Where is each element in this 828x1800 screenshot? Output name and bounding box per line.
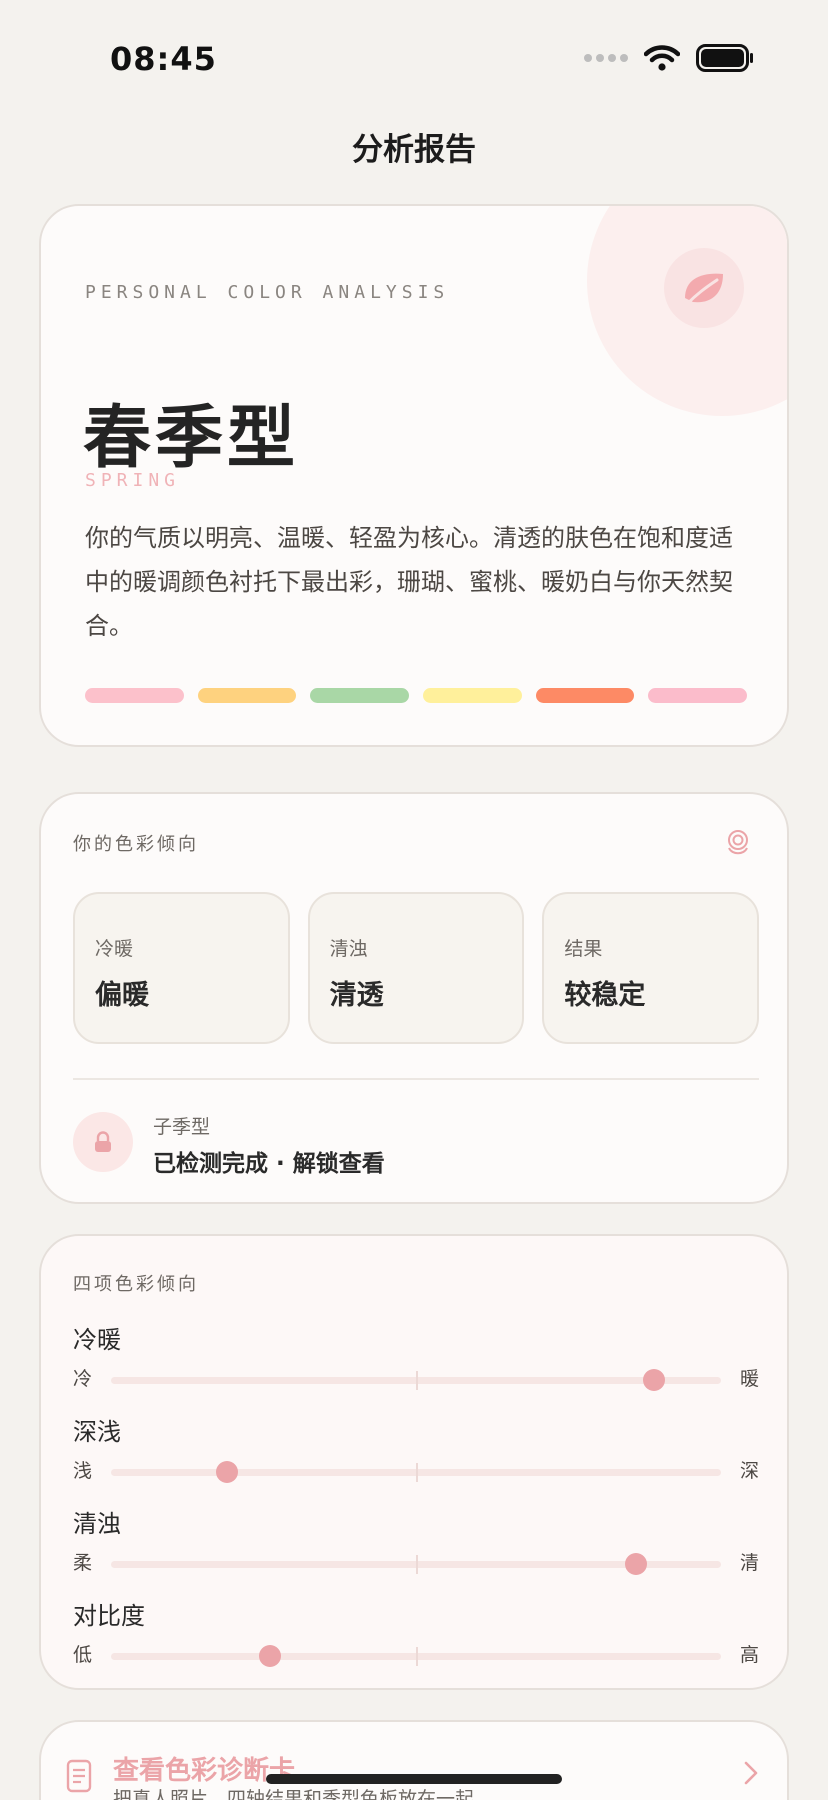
palette-swatches xyxy=(85,688,748,703)
axis-midpoint xyxy=(416,1647,418,1666)
axis-name: 清浊 xyxy=(73,1510,121,1538)
axis-left-label: 柔 xyxy=(73,1552,93,1574)
axis-track xyxy=(111,1553,721,1575)
axis-knob xyxy=(624,1553,647,1575)
stat-warm-cool: 冷暖 偏暖 xyxy=(73,892,290,1044)
cellular-signal-icon xyxy=(584,54,628,62)
axis-name: 对比度 xyxy=(73,1602,145,1630)
subseason-label: 子季型 xyxy=(153,1116,211,1138)
axis-midpoint xyxy=(416,1463,418,1482)
section-label: 你的色彩倾向 xyxy=(73,834,199,855)
axis-left-label: 冷 xyxy=(73,1368,93,1390)
diagnostic-card-entry[interactable]: 查看色彩诊断卡 把真人照片、四轴结果和季型色板放在一起 xyxy=(39,1720,789,1800)
axis-midpoint xyxy=(416,1555,418,1574)
rose-icon xyxy=(728,830,748,855)
leaf-icon xyxy=(685,273,723,306)
battery-icon xyxy=(696,44,753,72)
color-swatch xyxy=(85,688,184,703)
axis-name: 深浅 xyxy=(73,1418,121,1446)
season-english: SPRING xyxy=(85,470,181,491)
status-icons xyxy=(584,44,754,72)
axis-left-label: 浅 xyxy=(73,1460,93,1482)
lock-icon xyxy=(95,1131,111,1152)
stat-label: 清浊 xyxy=(329,938,368,960)
status-bar: 08:45 xyxy=(0,0,828,110)
color-swatch xyxy=(197,688,297,703)
analysis-report-screen: 08:45 分析报告 PERSONAL COLOR ANALYSIS 春季型 S… xyxy=(0,0,828,1800)
axis-left-label: 低 xyxy=(73,1644,93,1666)
stat-result: 结果 较稳定 xyxy=(542,892,760,1044)
stat-clarity: 清浊 清透 xyxy=(307,892,525,1044)
stat-value: 偏暖 xyxy=(95,980,149,1011)
color-swatch xyxy=(535,688,635,703)
stat-label: 结果 xyxy=(564,938,603,960)
color-swatch xyxy=(310,688,410,703)
stat-label: 冷暖 xyxy=(95,938,134,960)
axis-warm-cool: 冷暖 冷 暖 xyxy=(73,1320,759,1400)
axis-knob xyxy=(258,1645,281,1667)
wifi-icon xyxy=(644,45,680,71)
season-result-card: PERSONAL COLOR ANALYSIS 春季型 SPRING 你的气质以… xyxy=(39,204,789,747)
axis-track xyxy=(111,1461,721,1483)
axis-depth: 深浅 浅 深 xyxy=(73,1412,759,1492)
color-swatch xyxy=(648,688,748,703)
season-description: 你的气质以明亮、温暖、轻盈为核心。清透的肤色在饱和度适中的暖调颜色衬托下最出彩，… xyxy=(85,524,733,640)
leaf-badge xyxy=(664,248,744,328)
page-title: 分析报告 xyxy=(352,132,476,168)
axis-name: 冷暖 xyxy=(73,1326,121,1354)
axis-contrast: 对比度 低 高 xyxy=(73,1596,759,1676)
axis-clarity: 清浊 柔 清 xyxy=(73,1504,759,1584)
four-axis-card: 四项色彩倾向 冷暖 冷 暖 深浅 浅 深 清浊 柔 清 对比度 低 高 xyxy=(39,1234,789,1690)
stat-value: 清透 xyxy=(329,980,384,1011)
status-time: 08:45 xyxy=(110,40,217,78)
axis-right-label: 高 xyxy=(739,1644,759,1666)
axis-knob xyxy=(215,1461,238,1483)
color-tendency-card: 你的色彩倾向 冷暖 偏暖 清浊 清透 结果 较稳定 子季型 已检测完成 · 解锁… xyxy=(39,792,789,1204)
section-label: 四项色彩倾向 xyxy=(73,1274,199,1295)
diagnostic-subtitle: 把真人照片、四轴结果和季型色板放在一起 xyxy=(113,1788,475,1800)
axis-track xyxy=(111,1369,721,1391)
axis-midpoint xyxy=(416,1371,418,1390)
stat-value: 较稳定 xyxy=(564,980,646,1011)
axis-right-label: 清 xyxy=(739,1552,759,1574)
season-title: 春季型 xyxy=(83,399,300,478)
document-icon xyxy=(66,1759,92,1793)
home-indicator[interactable] xyxy=(266,1774,562,1784)
axis-knob xyxy=(642,1369,665,1391)
tendency-stats: 冷暖 偏暖 清浊 清透 结果 较稳定 xyxy=(73,892,760,1044)
axis-right-label: 暖 xyxy=(739,1368,759,1390)
axis-right-label: 深 xyxy=(739,1460,759,1482)
divider xyxy=(73,1078,759,1080)
eyebrow-text: PERSONAL COLOR ANALYSIS xyxy=(85,282,450,303)
chevron-right-icon xyxy=(744,1761,758,1785)
axis-track xyxy=(111,1645,721,1667)
color-swatch xyxy=(423,688,522,703)
lock-badge[interactable] xyxy=(73,1112,133,1172)
subseason-unlock-link[interactable]: 已检测完成 · 解锁查看 xyxy=(153,1144,385,1178)
